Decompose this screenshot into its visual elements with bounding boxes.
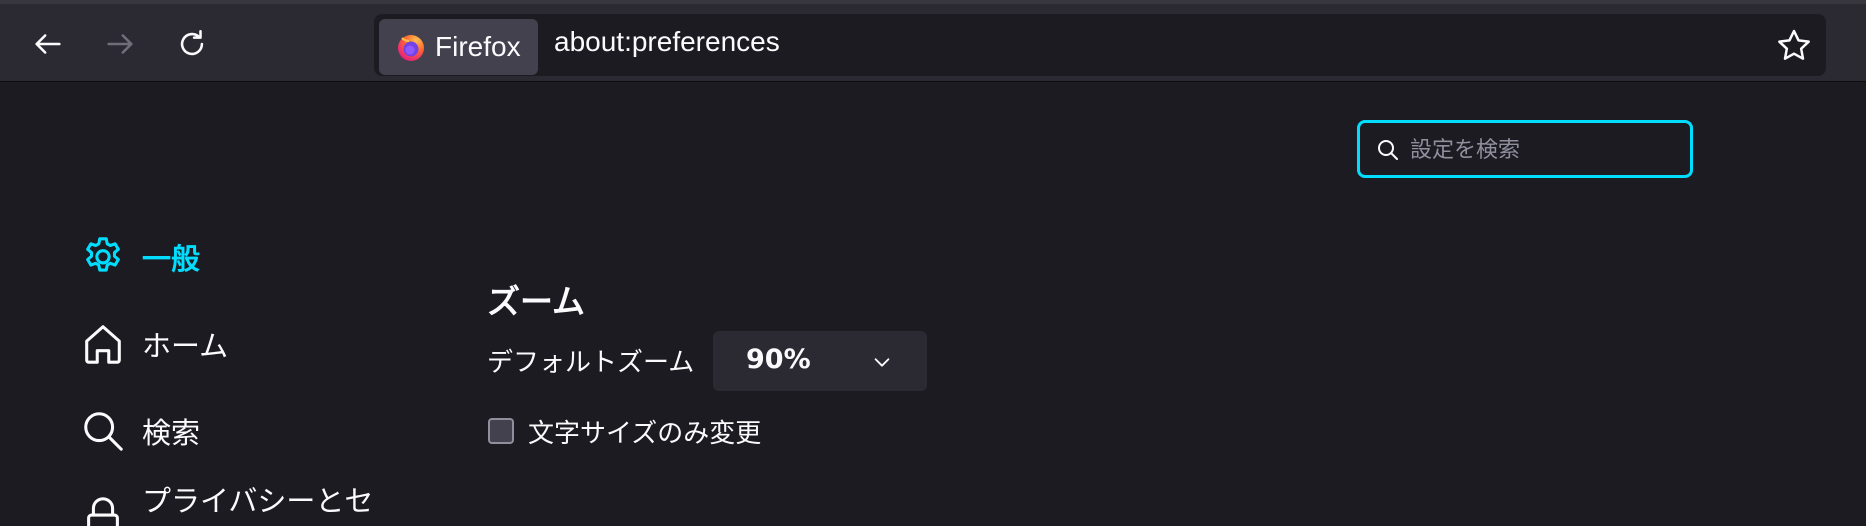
sidebar-item-privacy[interactable]: プライバシーとセ	[80, 478, 373, 526]
star-icon[interactable]	[1774, 26, 1814, 66]
url-text[interactable]: about:preferences	[554, 26, 780, 58]
default-zoom-value: 90%	[746, 344, 811, 375]
default-zoom-select[interactable]: 90%	[713, 331, 927, 391]
back-arrow-icon	[35, 34, 61, 54]
text-only-label[interactable]: 文字サイズのみ変更	[528, 413, 761, 450]
reload-icon	[180, 29, 204, 56]
identity-label: Firefox	[435, 31, 521, 62]
sidebar-item-general[interactable]: 一般	[80, 234, 200, 280]
identity-box[interactable]: Firefox	[379, 19, 538, 75]
sidebar-item-label: 一般	[142, 242, 201, 276]
sidebar-item-search[interactable]: 検索	[80, 408, 200, 454]
sidebar-item-home[interactable]: ホーム	[80, 321, 228, 367]
forward-button[interactable]	[96, 20, 144, 68]
search-icon	[1378, 140, 1398, 160]
firefox-logo-icon	[398, 35, 424, 61]
navigation-toolbar: Firefox about:preferences	[0, 0, 1866, 82]
url-bar[interactable]: Firefox about:preferences	[374, 14, 1826, 76]
search-icon	[84, 412, 123, 451]
default-zoom-label: デフォルトズーム	[487, 348, 695, 378]
browser-window: Firefox about:preferences 一般 ホーム	[0, 0, 1866, 526]
sidebar-item-label: 検索	[142, 416, 201, 450]
home-icon	[85, 325, 121, 364]
gear-icon	[86, 237, 120, 272]
forward-arrow-icon	[107, 34, 133, 54]
text-only-checkbox[interactable]	[488, 418, 514, 444]
search-input[interactable]	[1408, 129, 1682, 171]
sidebar-item-label: プライバシーとセ	[142, 484, 374, 518]
reload-button[interactable]	[168, 20, 216, 68]
settings-search-field[interactable]	[1357, 120, 1693, 178]
chevron-down-icon	[874, 358, 890, 367]
zoom-section-title: ズーム	[487, 282, 586, 321]
lock-icon	[87, 497, 119, 526]
sidebar-item-label: ホーム	[142, 329, 229, 363]
back-button[interactable]	[24, 20, 72, 68]
